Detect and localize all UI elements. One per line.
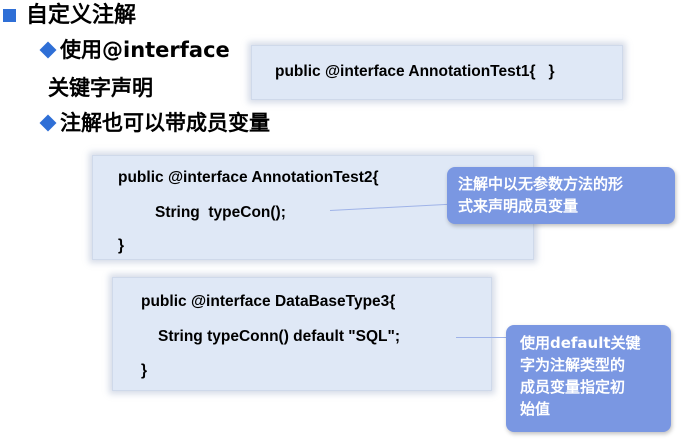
code-line: String typeCon(); <box>155 204 286 221</box>
callout-default-value-note: 使用default关键 字为注解类型的 成员变量指定初 始值 <box>506 325 671 432</box>
code-box-annotation-test1: public @interface AnnotationTest1{ } <box>251 45 623 100</box>
callout-1-text: 注解中以无参数方法的形 式来声明成员变量 <box>458 175 624 215</box>
bullet-1-line-2: 关键字声明 <box>48 76 153 100</box>
code-line: public @interface AnnotationTest2{ <box>118 169 379 186</box>
diamond-bullet-icon <box>39 41 57 59</box>
heading-square-bullet-icon <box>3 9 16 22</box>
code-line: } <box>141 362 148 379</box>
diamond-bullet-icon <box>39 114 57 132</box>
code-line: } <box>118 237 125 254</box>
code-line: public @interface DataBaseType3{ <box>141 293 396 310</box>
callout-member-variable-note: 注解中以无参数方法的形 式来声明成员变量 <box>447 167 675 224</box>
callout-2-text: 使用default关键 字为注解类型的 成员变量指定初 始值 <box>520 334 641 418</box>
code-line: String typeConn() default "SQL"; <box>158 328 401 345</box>
page-title: 自定义注解 <box>26 3 137 28</box>
code-box-database-type3: public @interface DataBaseType3{ String … <box>112 277 492 391</box>
callout-2-pointer-line <box>456 337 512 338</box>
code-line: public @interface AnnotationTest1{ } <box>275 63 555 80</box>
bullet-2: 注解也可以带成员变量 <box>60 111 270 135</box>
bullet-1-line-1: 使用@interface <box>60 38 230 62</box>
